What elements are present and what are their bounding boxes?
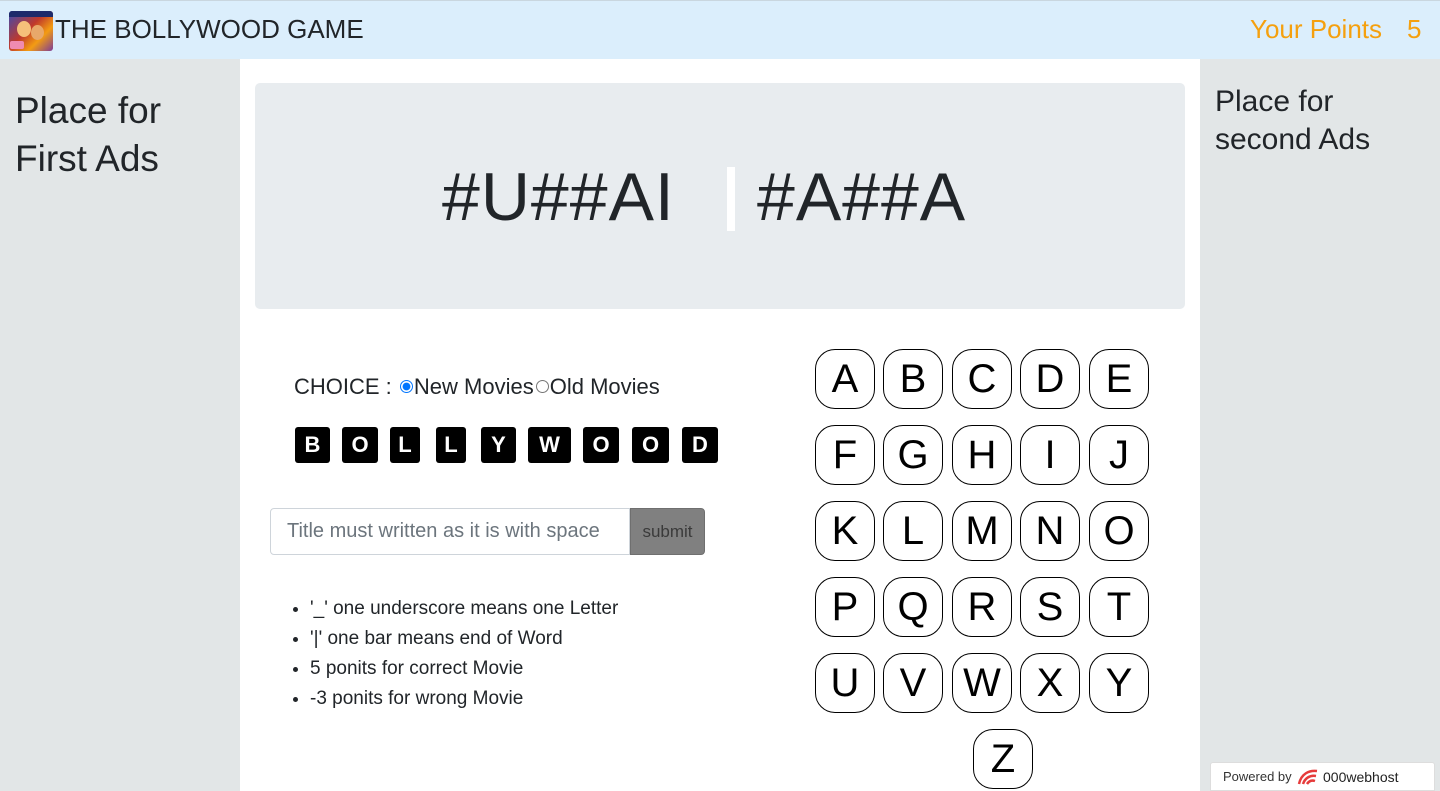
tile-letter: B — [295, 427, 330, 463]
key-i[interactable]: I — [1020, 425, 1080, 485]
ad-slot-left: Place for First Ads — [0, 59, 240, 791]
key-e[interactable]: E — [1089, 349, 1149, 409]
key-w[interactable]: W — [952, 653, 1012, 713]
points-value: 5 — [1407, 14, 1422, 44]
old-movies-label[interactable]: Old Movies — [550, 374, 660, 399]
ad-left-text: Place for First Ads — [15, 90, 162, 179]
choice-group: CHOICE : New Movies Old Movies — [294, 373, 660, 401]
key-g[interactable]: G — [883, 425, 943, 485]
puzzle-word-1: #U##AI — [442, 159, 675, 235]
tile-letter: L — [436, 427, 466, 463]
webhost-name: 000webhost — [1323, 769, 1399, 785]
key-k[interactable]: K — [815, 501, 875, 561]
key-c[interactable]: C — [952, 349, 1012, 409]
key-y[interactable]: Y — [1089, 653, 1149, 713]
key-z[interactable]: Z — [973, 729, 1033, 789]
submit-button[interactable]: submit — [630, 508, 705, 555]
puzzle-panel: #U##AI #A##A — [255, 83, 1185, 309]
tile-letter: Y — [481, 427, 516, 463]
navbar: THE BOLLYWOOD GAME Your Points 5 — [0, 0, 1440, 59]
old-movies-radio[interactable] — [535, 380, 549, 393]
key-a[interactable]: A — [815, 349, 875, 409]
key-h[interactable]: H — [952, 425, 1012, 485]
key-b[interactable]: B — [883, 349, 943, 409]
key-t[interactable]: T — [1089, 577, 1149, 637]
key-x[interactable]: X — [1020, 653, 1080, 713]
rule-item: -3 ponits for wrong Movie — [310, 684, 618, 714]
key-n[interactable]: N — [1020, 501, 1080, 561]
tile-letter: O — [583, 427, 619, 463]
rule-item: '|' one bar means end of Word — [310, 624, 618, 654]
tile-letter: L — [390, 427, 420, 463]
key-o[interactable]: O — [1089, 501, 1149, 561]
new-movies-radio[interactable] — [399, 380, 413, 393]
tile-letter: W — [528, 427, 571, 463]
key-q[interactable]: Q — [883, 577, 943, 637]
ad-slot-right: Place for second Ads — [1200, 59, 1440, 791]
rules-list: '_' one underscore means one Letter '|' … — [310, 594, 618, 714]
rule-item: '_' one underscore means one Letter — [310, 594, 618, 624]
tile-letter: O — [632, 427, 669, 463]
key-p[interactable]: P — [815, 577, 875, 637]
key-d[interactable]: D — [1020, 349, 1080, 409]
ad-right-text: Place for second Ads — [1215, 85, 1371, 156]
key-r[interactable]: R — [952, 577, 1012, 637]
word-separator — [727, 167, 735, 231]
new-movies-label[interactable]: New Movies — [414, 374, 534, 399]
rule-item: 5 ponits for correct Movie — [310, 654, 618, 684]
points-label: Your Points — [1250, 14, 1383, 44]
powered-by-label: Powered by — [1223, 769, 1292, 784]
puzzle-word-2: #A##A — [757, 159, 967, 235]
key-u[interactable]: U — [815, 653, 875, 713]
choice-label: CHOICE : — [294, 374, 392, 399]
webhost-logo-icon — [1297, 769, 1318, 785]
key-l[interactable]: L — [883, 501, 943, 561]
tile-letter: D — [682, 427, 718, 463]
key-m[interactable]: M — [952, 501, 1012, 561]
powered-by-badge[interactable]: Powered by 000webhost — [1210, 762, 1435, 791]
key-f[interactable]: F — [815, 425, 875, 485]
key-j[interactable]: J — [1089, 425, 1149, 485]
tile-letter: O — [342, 427, 378, 463]
key-v[interactable]: V — [883, 653, 943, 713]
title-input[interactable] — [270, 508, 630, 555]
brand-title[interactable]: THE BOLLYWOOD GAME — [55, 13, 364, 45]
key-s[interactable]: S — [1020, 577, 1080, 637]
logo-image[interactable] — [9, 11, 53, 51]
